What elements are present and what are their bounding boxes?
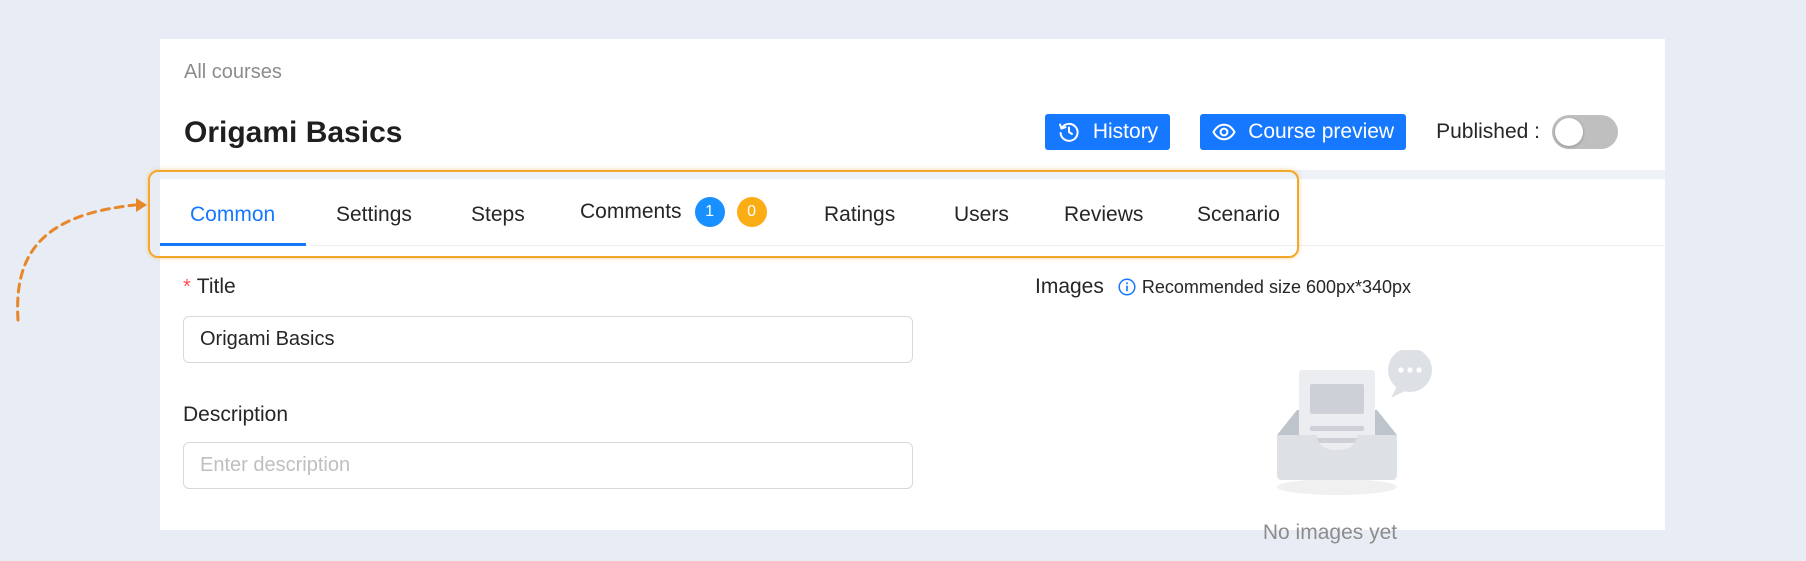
images-header: Images Recommended size 600px*340px: [1035, 275, 1635, 299]
dashed-arrow-icon: [16, 198, 147, 322]
history-button[interactable]: History: [1044, 114, 1171, 150]
empty-inbox-icon: [1267, 348, 1437, 500]
tab-reviews-label: Reviews: [1064, 203, 1144, 226]
course-preview-button-label: Course preview: [1248, 120, 1395, 143]
tab-comments-label: Comments: [580, 200, 682, 223]
no-images-text: No images yet: [1262, 521, 1398, 544]
tabs-bar: Common Settings Steps Comments 1 0 Ratin…: [160, 179, 1665, 246]
tab-scenario[interactable]: Scenario: [1197, 203, 1280, 227]
header-divider: [160, 170, 1665, 179]
header-actions: History Course preview Published :: [1044, 114, 1618, 150]
title-field-group: * Title: [183, 275, 913, 363]
tab-users[interactable]: Users: [954, 203, 1009, 227]
page-title: Origami Basics: [184, 116, 403, 149]
tab-common[interactable]: Common: [190, 203, 275, 227]
description-field-group: Description: [183, 403, 913, 489]
tab-ratings-label: Ratings: [824, 203, 896, 226]
published-toggle-knob: [1555, 118, 1583, 146]
tab-users-label: Users: [954, 203, 1009, 226]
images-label: Images: [1035, 275, 1104, 298]
history-button-label: History: [1092, 120, 1159, 143]
images-section: Images Recommended size 600px*340px No i…: [1035, 275, 1635, 544]
tab-settings-label: Settings: [336, 203, 412, 226]
tab-steps-label: Steps: [471, 203, 525, 226]
tab-comments[interactable]: Comments 1 0: [580, 197, 767, 227]
description-input[interactable]: [183, 442, 913, 489]
published-toggle[interactable]: [1552, 115, 1618, 149]
tab-settings[interactable]: Settings: [336, 203, 412, 227]
title-label-text: Title: [196, 275, 236, 298]
comments-count-badge-blue: 1: [694, 197, 725, 227]
course-preview-button[interactable]: Course preview: [1200, 114, 1407, 150]
comments-count-badge-orange: 0: [736, 197, 767, 227]
tab-ratings[interactable]: Ratings: [824, 203, 895, 227]
active-tab-indicator: [160, 243, 306, 246]
course-editor-card: All courses Origami Basics History Cours…: [160, 39, 1665, 544]
published-label: Published :: [1436, 120, 1540, 143]
tab-common-label: Common: [190, 203, 276, 226]
title-label: * Title: [183, 275, 913, 299]
info-icon: [1118, 278, 1136, 296]
required-marker: *: [183, 275, 191, 298]
breadcrumb-all-courses[interactable]: All courses: [184, 61, 282, 84]
tab-scenario-label: Scenario: [1197, 203, 1280, 226]
description-label: Description: [183, 403, 289, 426]
images-size-hint: Recommended size 600px*340px: [1141, 276, 1412, 297]
tab-reviews[interactable]: Reviews: [1064, 203, 1143, 227]
history-icon: [1057, 120, 1081, 144]
title-input[interactable]: [183, 316, 913, 363]
eye-icon: [1212, 120, 1236, 144]
tab-steps[interactable]: Steps: [471, 203, 525, 227]
